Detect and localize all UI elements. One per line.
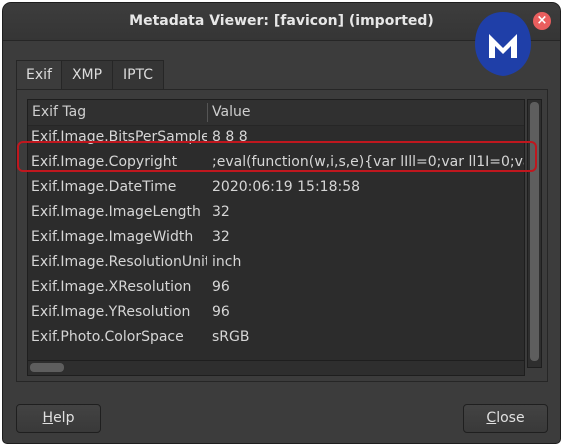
row-tag: Exif.Image.DateTime (31, 179, 177, 195)
vertical-scrollbar[interactable] (527, 99, 542, 368)
row-tag: Exif.Photo.ColorSpace (31, 329, 184, 345)
table-row[interactable]: Exif.Image.XResolution 96 (28, 275, 524, 300)
row-value: 96 (212, 279, 230, 295)
table-row[interactable]: Exif.Image.ImageWidth 32 (28, 225, 524, 250)
table-row[interactable]: Exif.Image.ResolutionUnit inch (28, 250, 524, 275)
row-value: 32 (212, 229, 230, 245)
row-value: 96 (212, 304, 230, 320)
row-tag: Exif.Image.ImageLength (31, 204, 201, 220)
close-label: lose (496, 410, 525, 426)
table-row[interactable]: Exif.Image.YResolution 96 (28, 300, 524, 325)
tab-exif-label: Exif (26, 67, 52, 83)
close-mnemonic: C (486, 410, 497, 426)
row-value: 2020:06:19 15:18:58 (212, 179, 361, 195)
row-value: 32 (212, 204, 230, 220)
help-mnemonic: H (42, 410, 54, 426)
malwarebytes-logo-icon (475, 12, 531, 76)
metadata-table[interactable]: Exif Tag Value Exif.Image.BitsPerSample … (27, 99, 525, 368)
row-tag: Exif.Image.YResolution (31, 304, 191, 320)
copyright-row-highlight (17, 141, 537, 172)
help-label: elp (53, 410, 75, 426)
row-tag: Exif.Image.ResolutionUnit (31, 254, 207, 270)
tab-exif[interactable]: Exif (16, 60, 62, 92)
horizontal-scrollbar[interactable] (27, 360, 525, 376)
column-header-value[interactable]: Value (208, 100, 524, 125)
table-row[interactable]: Exif.Image.DateTime 2020:06:19 15:18:58 (28, 175, 524, 200)
tab-xmp-label: XMP (71, 67, 103, 83)
tab-iptc-label: IPTC (122, 67, 154, 83)
tab-iptc[interactable]: IPTC (112, 60, 164, 91)
row-tag: Exif.Image.XResolution (31, 279, 192, 295)
table-row[interactable]: Exif.Image.ImageLength 32 (28, 200, 524, 225)
help-button[interactable]: Help (16, 404, 101, 433)
tab-xmp[interactable]: XMP (61, 60, 113, 91)
table-header: Exif Tag Value (28, 100, 524, 126)
table-row[interactable]: Exif.Photo.ColorSpace sRGB (28, 325, 524, 350)
row-value: inch (212, 254, 242, 270)
close-button[interactable]: Close (463, 404, 548, 433)
exif-panel: Exif Tag Value Exif.Image.BitsPerSample … (16, 89, 548, 382)
horizontal-scrollbar-thumb[interactable] (30, 363, 64, 372)
row-tag: Exif.Image.ImageWidth (31, 229, 194, 245)
column-header-tag[interactable]: Exif Tag (28, 100, 207, 125)
row-value: sRGB (212, 329, 250, 345)
